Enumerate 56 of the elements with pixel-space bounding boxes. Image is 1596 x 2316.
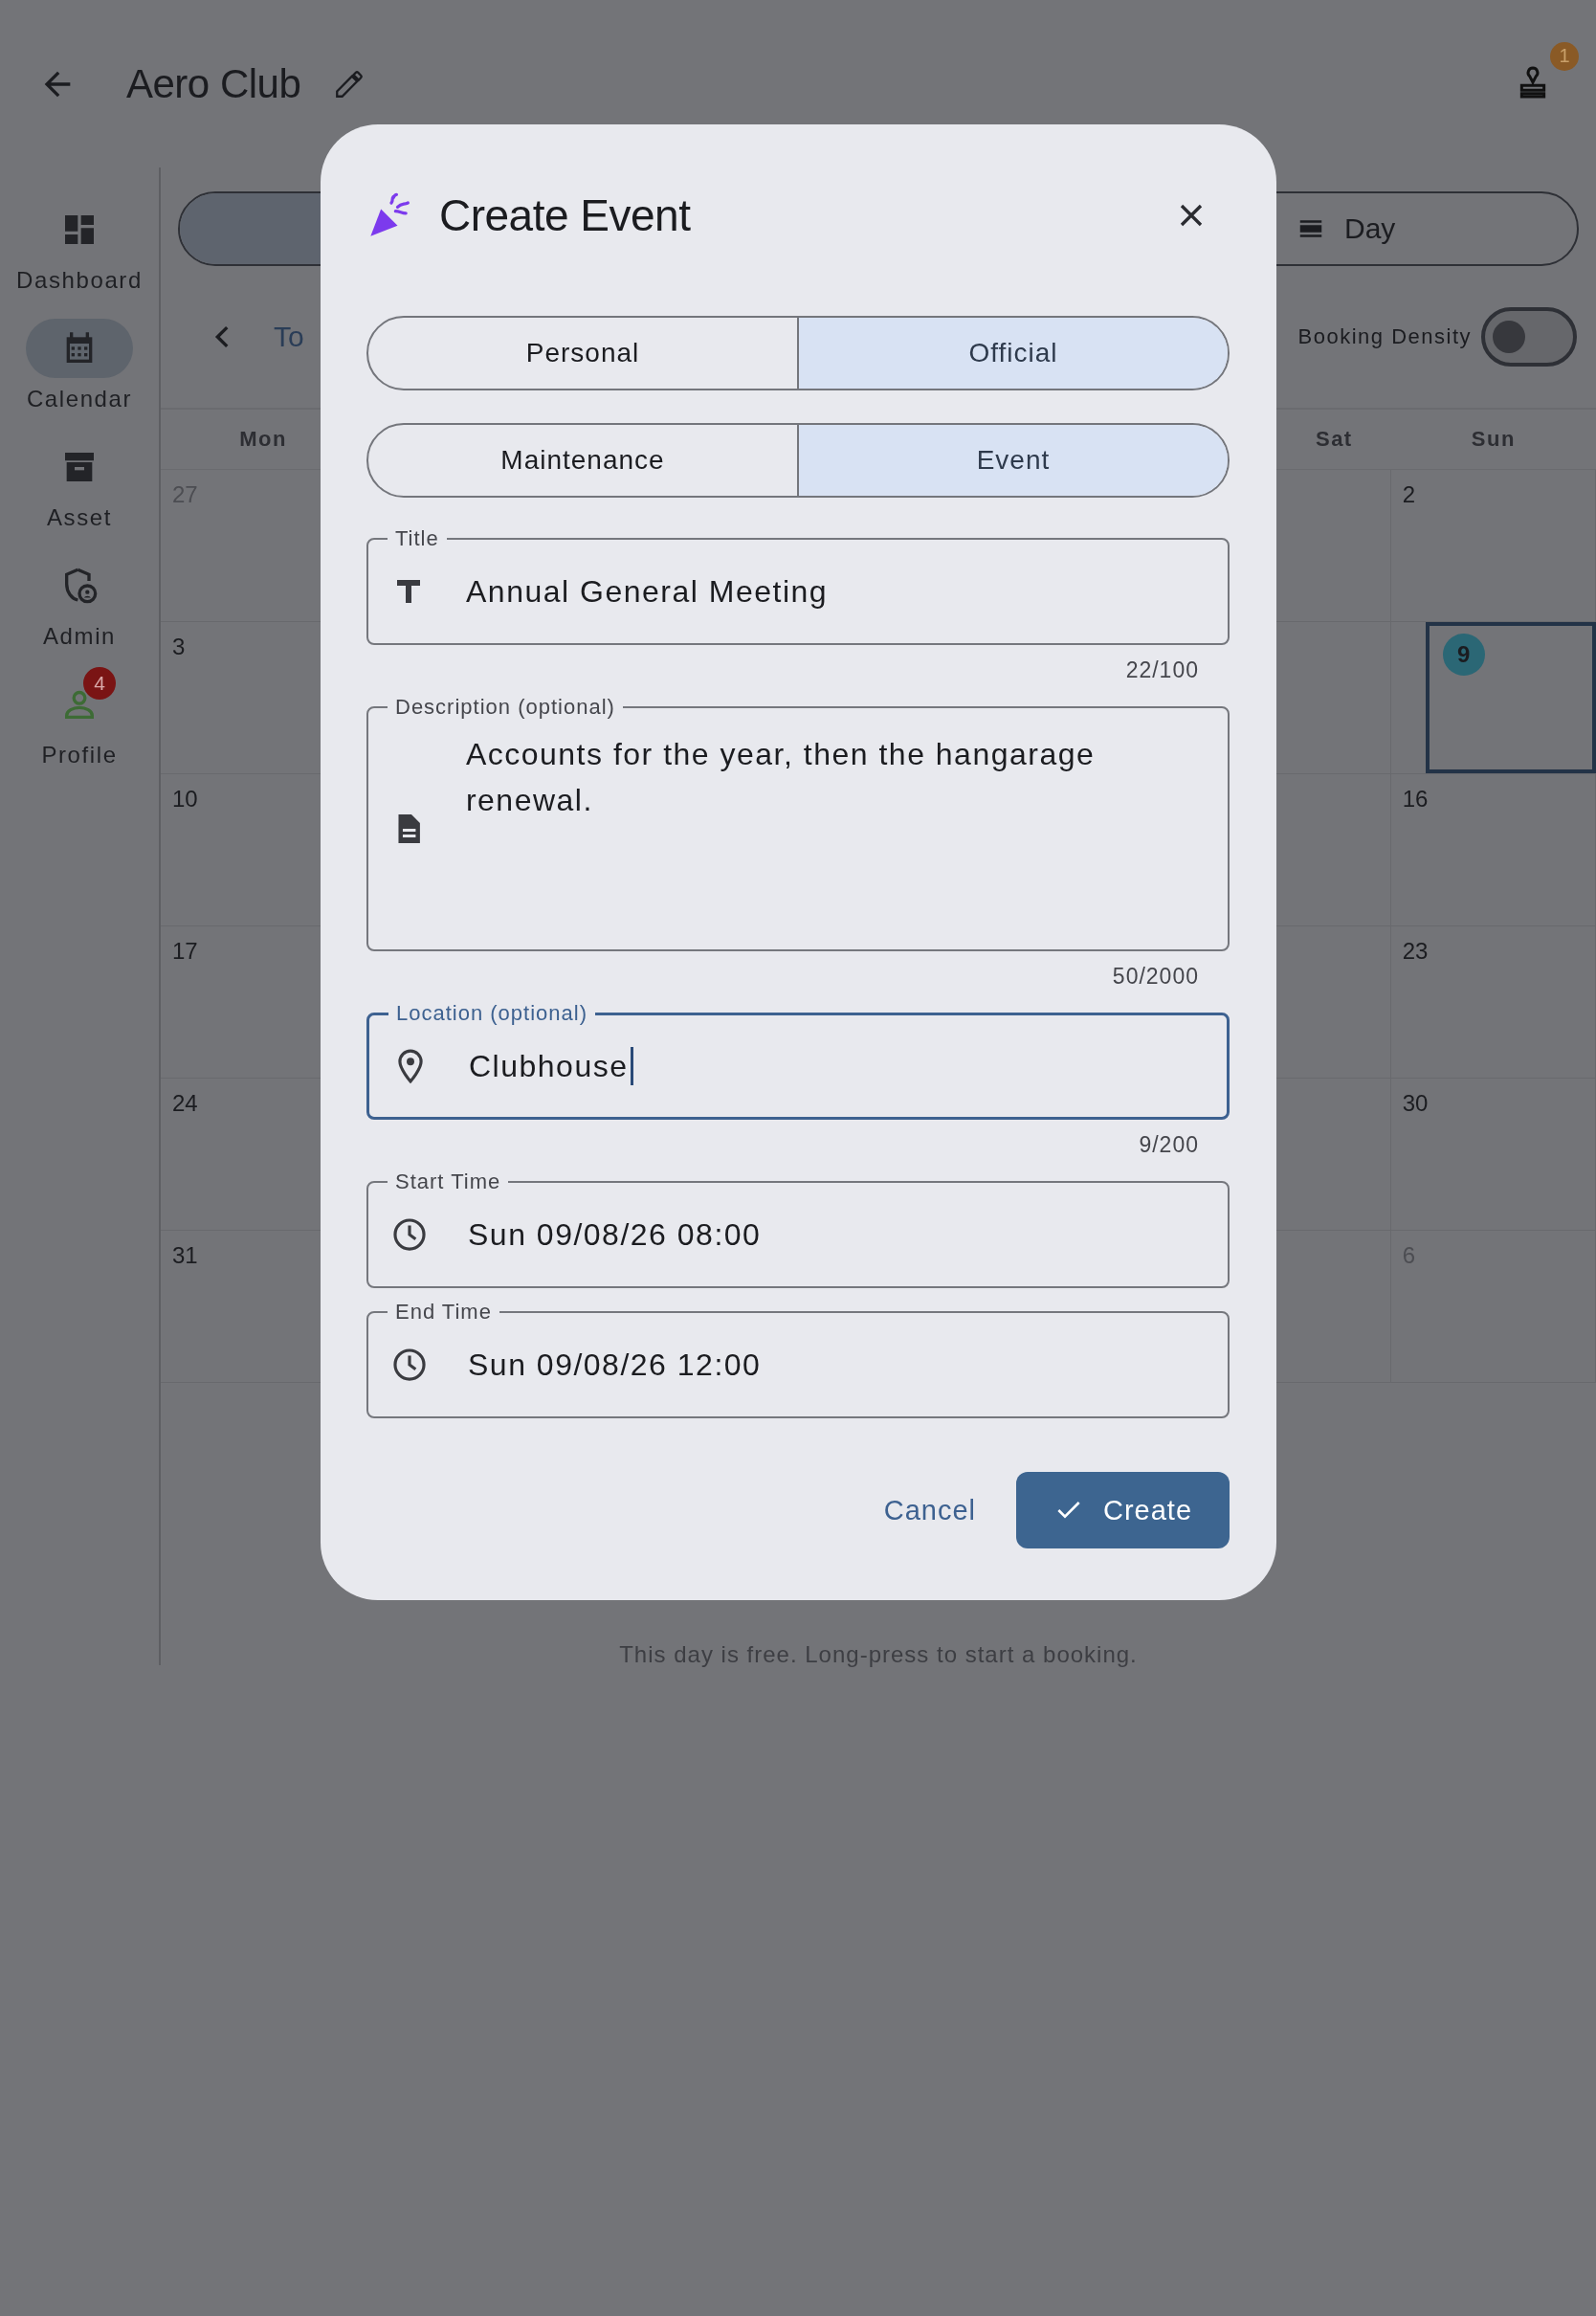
- nav-item[interactable]: 4 Profile: [26, 663, 133, 768]
- nav-label: Profile: [41, 742, 118, 768]
- field-label: Description (optional): [394, 695, 616, 720]
- day-number: 10: [172, 786, 198, 813]
- day-cell[interactable]: 23: [1390, 926, 1596, 1078]
- text-cursor: [630, 1047, 633, 1085]
- field-label: Title: [394, 526, 440, 551]
- nav-item[interactable]: Dashboard: [16, 189, 143, 294]
- nav-item[interactable]: Admin: [26, 545, 133, 650]
- day-number: 24: [172, 1090, 198, 1117]
- day-number: 31: [172, 1242, 198, 1269]
- day-cell[interactable]: 16: [1390, 774, 1596, 925]
- nav-label: Admin: [43, 623, 116, 650]
- create-button[interactable]: Create: [1016, 1472, 1230, 1548]
- nav-label: Dashboard: [16, 267, 143, 294]
- field-value: Accounts for the year, then the hangarage renewal.: [465, 736, 1097, 819]
- page-title: Aero Club: [126, 60, 301, 107]
- segment-option[interactable]: Event: [797, 425, 1228, 496]
- cancel-button[interactable]: Cancel: [879, 1484, 980, 1536]
- field-value: Sun 09/08/26 08:00: [468, 1216, 762, 1253]
- count-badge: 4: [83, 667, 116, 700]
- weekday-label: Mon: [239, 427, 287, 452]
- day-number: 3: [172, 634, 186, 660]
- weekday-label: Sat: [1315, 427, 1353, 452]
- nav-item[interactable]: Asset: [26, 426, 133, 531]
- segment-option[interactable]: Official: [797, 318, 1228, 389]
- day-cell[interactable]: 30: [1390, 1079, 1596, 1230]
- day-number: 16: [1402, 786, 1429, 813]
- dialog-title: Create Event: [439, 189, 691, 241]
- day-number: 23: [1402, 938, 1429, 965]
- field-value: Annual General Meeting: [466, 573, 829, 610]
- day-cell[interactable]: 2: [1390, 470, 1596, 621]
- nav-label: Calendar: [26, 386, 133, 412]
- day-number: 30: [1402, 1090, 1429, 1117]
- day-view-segment[interactable]: Day: [1139, 193, 1577, 264]
- weekday-label: Sun: [1471, 427, 1516, 452]
- character-counter: 22/100: [1125, 657, 1199, 683]
- notification-badge: 1: [1550, 41, 1579, 71]
- field-label: Start Time: [394, 1169, 502, 1194]
- day-number: 2: [1402, 481, 1416, 508]
- field-label: Location (optional): [395, 1001, 588, 1026]
- booking-density-label: Booking Density: [1297, 324, 1472, 349]
- clock-icon: [391, 1216, 428, 1253]
- field-value: Clubhouse: [469, 1048, 629, 1084]
- segment-option[interactable]: Personal: [368, 318, 797, 389]
- day-number: 9: [1442, 634, 1485, 676]
- nav-label: Asset: [47, 504, 112, 531]
- character-counter: 50/2000: [1112, 963, 1199, 990]
- day-number: 17: [172, 938, 198, 965]
- segment-option[interactable]: Maintenance: [368, 425, 797, 496]
- field-label: End Time: [394, 1300, 493, 1325]
- field-value: Sun 09/08/26 12:00: [468, 1347, 762, 1383]
- clock-icon: [391, 1347, 428, 1383]
- today-link[interactable]: To: [274, 321, 304, 353]
- character-counter: 9/200: [1139, 1131, 1199, 1158]
- day-cell[interactable]: 9: [1425, 622, 1596, 773]
